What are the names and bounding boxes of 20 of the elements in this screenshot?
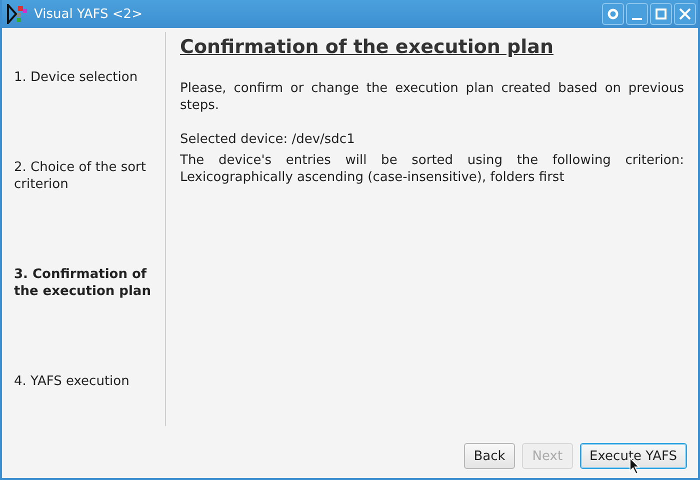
close-icon xyxy=(679,8,691,20)
step-item: 3. Confirmation of the execution plan xyxy=(14,266,152,300)
maximize-button[interactable] xyxy=(650,3,672,25)
window-title: Visual YAFS <2> xyxy=(34,6,144,22)
maximize-icon xyxy=(655,8,667,20)
step-item: 1. Device selection xyxy=(14,68,139,86)
ring-icon xyxy=(607,8,619,20)
close-button[interactable] xyxy=(674,3,696,25)
minimize-icon xyxy=(632,18,642,20)
minimize-button[interactable] xyxy=(626,3,648,25)
criterion-text: The device's entries will be sorted using the following criterion: Lexicographically ascending (case-insensitive), folders first xyxy=(180,152,684,186)
app-logo-icon xyxy=(6,4,28,24)
wizard-button[interactable]: Back xyxy=(464,443,516,469)
device-text: Selected device: /dev/sdc1 xyxy=(180,131,356,148)
step-item: 4. YAFS execution xyxy=(14,372,130,390)
intro-text: Please, confirm or change the execution plan created based on previous steps. xyxy=(180,80,684,114)
step-item: 2. Choice of the sort criterion xyxy=(14,158,147,192)
wizard-button[interactable]: Execute YAFS xyxy=(580,443,687,469)
pin-button[interactable] xyxy=(602,3,624,25)
page-heading: Confirmation of the execution plan xyxy=(180,36,554,58)
